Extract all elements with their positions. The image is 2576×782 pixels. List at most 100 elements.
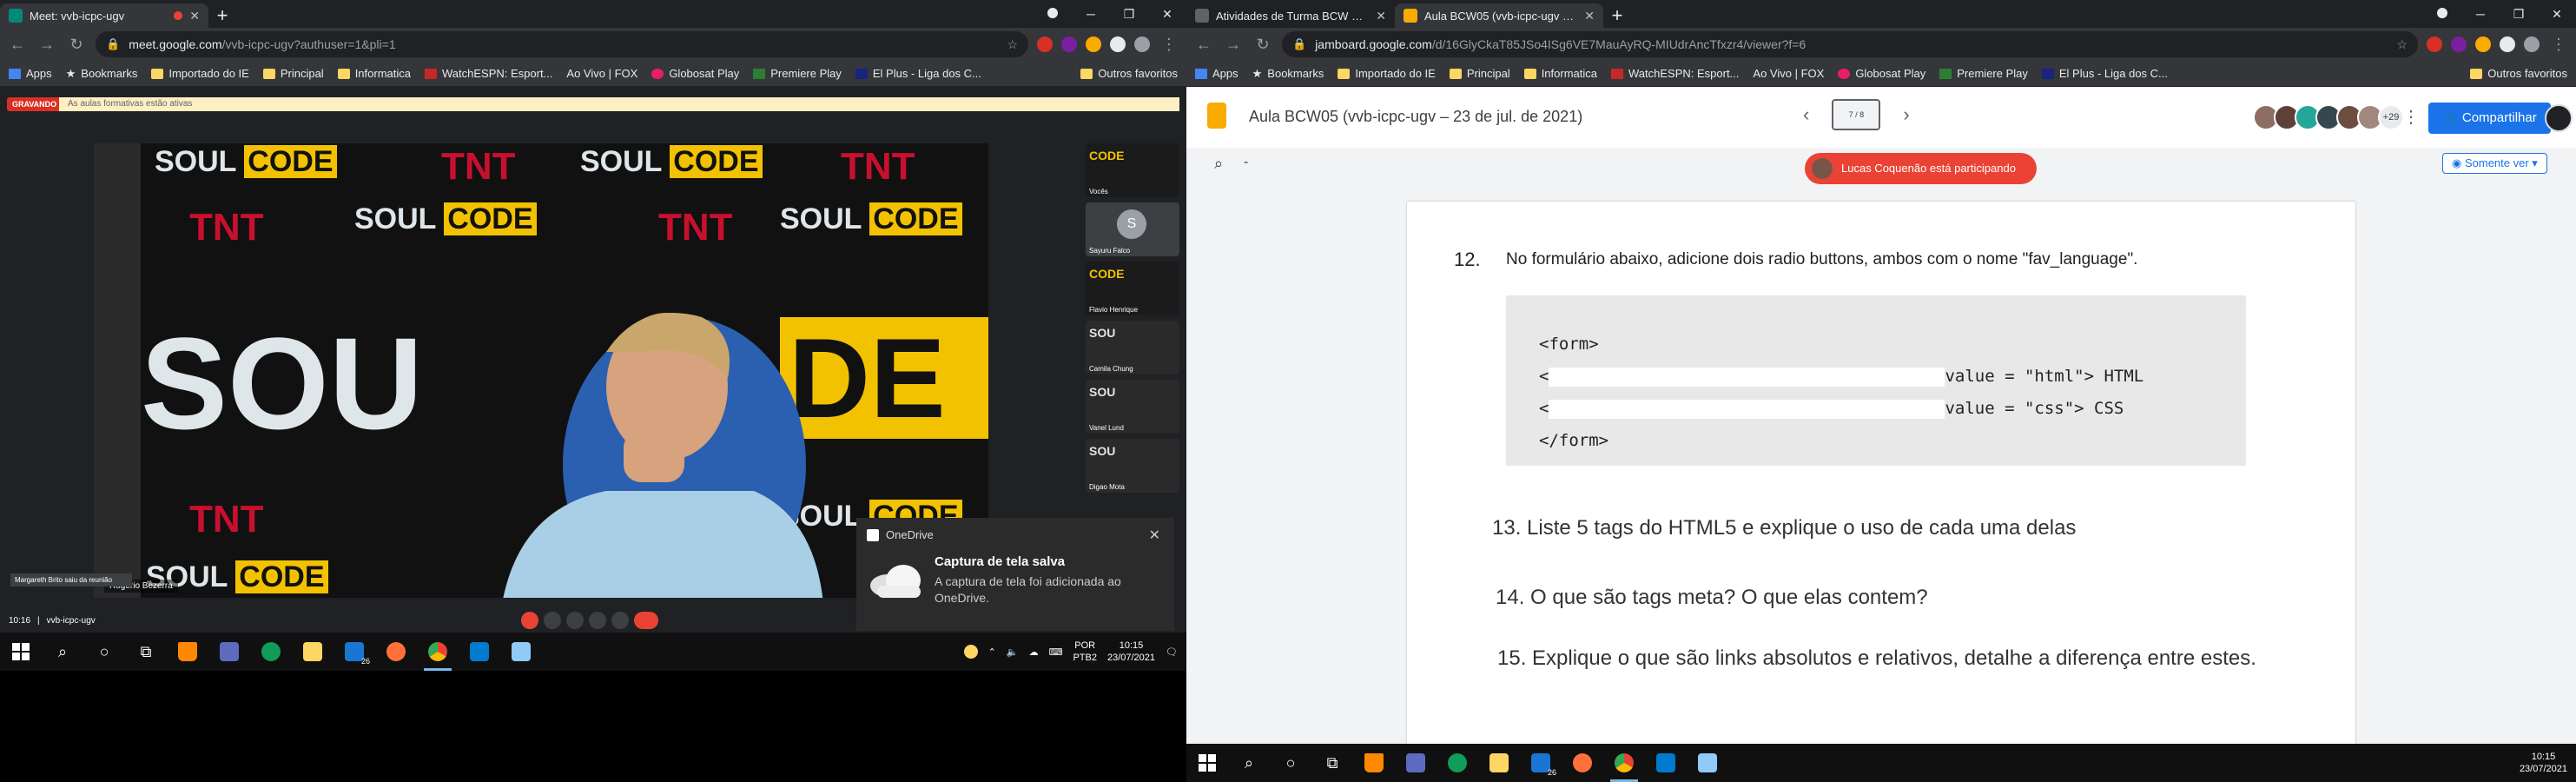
bookmark-premiere[interactable]: Premiere Play — [753, 67, 842, 80]
edge-icon[interactable] — [1437, 744, 1478, 782]
more-collaborators-badge[interactable]: +29 — [2378, 104, 2404, 130]
extension-abp-icon[interactable] — [2427, 36, 2442, 52]
close-window-button[interactable]: ✕ — [2538, 7, 2576, 22]
zoom-icon[interactable]: ⌕ — [1214, 155, 1223, 173]
bookmark-watchespn[interactable]: WatchESPN: Esport... — [1611, 67, 1739, 80]
vlc-icon[interactable] — [167, 633, 208, 671]
notepad-icon[interactable] — [500, 633, 542, 671]
tray-yellow-icon[interactable] — [963, 645, 978, 659]
bookmark-importado[interactable]: Importado do IE — [151, 67, 249, 80]
firefox-icon[interactable] — [1562, 744, 1603, 782]
notifications-icon[interactable]: 🗨 — [1166, 646, 1178, 658]
omnibox[interactable]: 🔒 jamboard.google.com/d/16GlyCkaT85JSo4I… — [1282, 31, 2418, 57]
cortana-icon[interactable]: ○ — [83, 633, 125, 671]
back-arrow-icon[interactable]: ← — [1193, 36, 1214, 54]
notepad-icon[interactable] — [1687, 744, 1728, 782]
chevron-up-icon[interactable]: ⌃ — [988, 646, 996, 658]
forward-arrow-icon[interactable]: → — [1223, 36, 1244, 54]
bookmark-star-icon[interactable]: ☆ — [1007, 37, 1018, 52]
bookmark-watchespn[interactable]: WatchESPN: Esport... — [425, 67, 552, 80]
start-button[interactable] — [1186, 744, 1228, 782]
language-indicator[interactable]: POR PTB2 — [1073, 640, 1097, 664]
new-tab-button[interactable]: + — [1603, 3, 1631, 28]
hand-raise-button[interactable] — [566, 612, 584, 629]
extension-yellow-icon[interactable] — [2475, 36, 2491, 52]
main-video[interactable]: SOUL CODE TNT SOUL CODE TNT TNT SOUL COD… — [94, 143, 988, 598]
collaborator-avatars[interactable]: +29 — [2253, 104, 2404, 130]
bookmark-elplus[interactable]: El Plus - Liga dos C... — [855, 67, 981, 80]
onedrive-toast[interactable]: OneDrive ✕ Captura de tela salva A captu… — [856, 518, 1174, 631]
firefox-icon[interactable] — [375, 633, 417, 671]
mail-icon[interactable]: 26 — [334, 633, 375, 671]
new-tab-button[interactable]: + — [208, 3, 236, 28]
mail-icon[interactable]: 26 — [1520, 744, 1562, 782]
chevron-left-icon[interactable]: ‹ — [1803, 103, 1809, 126]
bookmark-star-icon[interactable]: ☆ — [2396, 37, 2408, 52]
tab-jamboard[interactable]: Aula BCW05 (vvb-icpc-ugv – 23 d ✕ — [1395, 3, 1603, 28]
menu-kebab-icon[interactable]: ⋮ — [2548, 36, 2569, 54]
view-mode-dropdown[interactable]: ◉ Somente ver ▾ — [2442, 153, 2547, 174]
chevron-right-icon[interactable]: › — [1903, 103, 1909, 126]
bookmark-premiere[interactable]: Premiere Play — [1939, 67, 2028, 80]
bookmark-elplus[interactable]: El Plus - Liga dos C... — [2041, 67, 2168, 80]
bookmark-apps[interactable]: Apps — [1195, 67, 1238, 80]
minimize-button[interactable]: ─ — [2461, 7, 2500, 21]
extension-purple-icon[interactable] — [1061, 36, 1077, 52]
more-options-button[interactable] — [611, 612, 629, 629]
task-view-icon[interactable]: ⧉ — [125, 633, 167, 671]
reload-icon[interactable]: ↻ — [66, 36, 87, 54]
back-arrow-icon[interactable]: ← — [7, 36, 28, 54]
bookmark-bookmarks[interactable]: ★ Bookmarks — [66, 67, 138, 81]
search-icon[interactable]: ⌕ — [42, 633, 83, 671]
share-button[interactable]: 👤 Compartilhar — [2428, 103, 2551, 134]
bookmark-informatica[interactable]: Informatica — [1523, 67, 1597, 80]
present-button[interactable] — [589, 612, 606, 629]
close-window-button[interactable]: ✕ — [1148, 7, 1186, 22]
presence-chip[interactable]: Lucas Coquenão está participando — [1805, 153, 2037, 184]
profile-dot-icon[interactable] — [1034, 7, 1072, 21]
bookmark-informatica[interactable]: Informatica — [337, 67, 411, 80]
chrome-icon[interactable] — [417, 633, 459, 671]
forward-arrow-icon[interactable]: → — [36, 36, 57, 54]
profile-icon[interactable] — [2524, 36, 2540, 52]
camera-button[interactable] — [544, 612, 561, 629]
close-tab-icon[interactable]: ✕ — [1376, 9, 1386, 23]
vscode-icon[interactable] — [1645, 744, 1687, 782]
jamboard-logo-icon[interactable] — [1207, 103, 1226, 129]
participant-tile[interactable]: SOU Camila Chung — [1086, 321, 1179, 374]
participant-tile[interactable]: SOU Vanel Lund — [1086, 380, 1179, 434]
minimize-button[interactable]: ─ — [1072, 7, 1110, 21]
omnibox[interactable]: 🔒 meet.google.com/vvb-icpc-ugv?authuser=… — [96, 31, 1028, 57]
clock[interactable]: 10:15 23/07/2021 — [1107, 640, 1155, 664]
extensions-puzzle-icon[interactable] — [1110, 36, 1126, 52]
vscode-icon[interactable] — [459, 633, 500, 671]
participant-tile[interactable]: S Sayuru Falco — [1086, 202, 1179, 256]
extensions-puzzle-icon[interactable] — [2500, 36, 2515, 52]
chrome-icon[interactable] — [1603, 744, 1645, 782]
close-icon[interactable]: ✕ — [1149, 527, 1160, 544]
frame-bar-button[interactable]: 7 / 8 — [1832, 99, 1881, 130]
participant-tile[interactable]: SOU Digao Mota — [1086, 439, 1179, 493]
bookmark-outros[interactable]: Outros favoritos — [2470, 67, 2567, 80]
tab-atividades[interactable]: Atividades de Turma BCW 5 - So ✕ — [1186, 3, 1395, 28]
extension-yellow-icon[interactable] — [1086, 36, 1101, 52]
lock-icon[interactable]: 🔒 — [106, 37, 120, 51]
reload-icon[interactable]: ↻ — [1252, 36, 1273, 54]
more-vert-icon[interactable]: ⋮ — [2402, 106, 2420, 128]
tab-meet[interactable]: Meet: vvb-icpc-ugv ✕ — [0, 3, 208, 28]
bookmark-fox[interactable]: Ao Vivo | FOX — [1753, 67, 1824, 80]
profile-dot-icon[interactable] — [2423, 7, 2461, 21]
lock-icon[interactable]: 🔒 — [1292, 37, 1306, 51]
restore-button[interactable]: ❐ — [2500, 7, 2538, 22]
file-explorer-icon[interactable] — [292, 633, 334, 671]
app-icon[interactable] — [1395, 744, 1437, 782]
bookmark-fox[interactable]: Ao Vivo | FOX — [566, 67, 637, 80]
close-tab-icon[interactable]: ✕ — [1584, 9, 1595, 23]
menu-kebab-icon[interactable]: ⋮ — [1159, 36, 1179, 54]
bookmark-principal[interactable]: Principal — [1449, 67, 1510, 80]
bookmark-principal[interactable]: Principal — [262, 67, 324, 80]
hang-up-button[interactable] — [634, 612, 658, 629]
start-button[interactable] — [0, 633, 42, 671]
bookmark-bookmarks[interactable]: ★ Bookmarks — [1252, 67, 1324, 81]
bookmark-importado[interactable]: Importado do IE — [1338, 67, 1436, 80]
